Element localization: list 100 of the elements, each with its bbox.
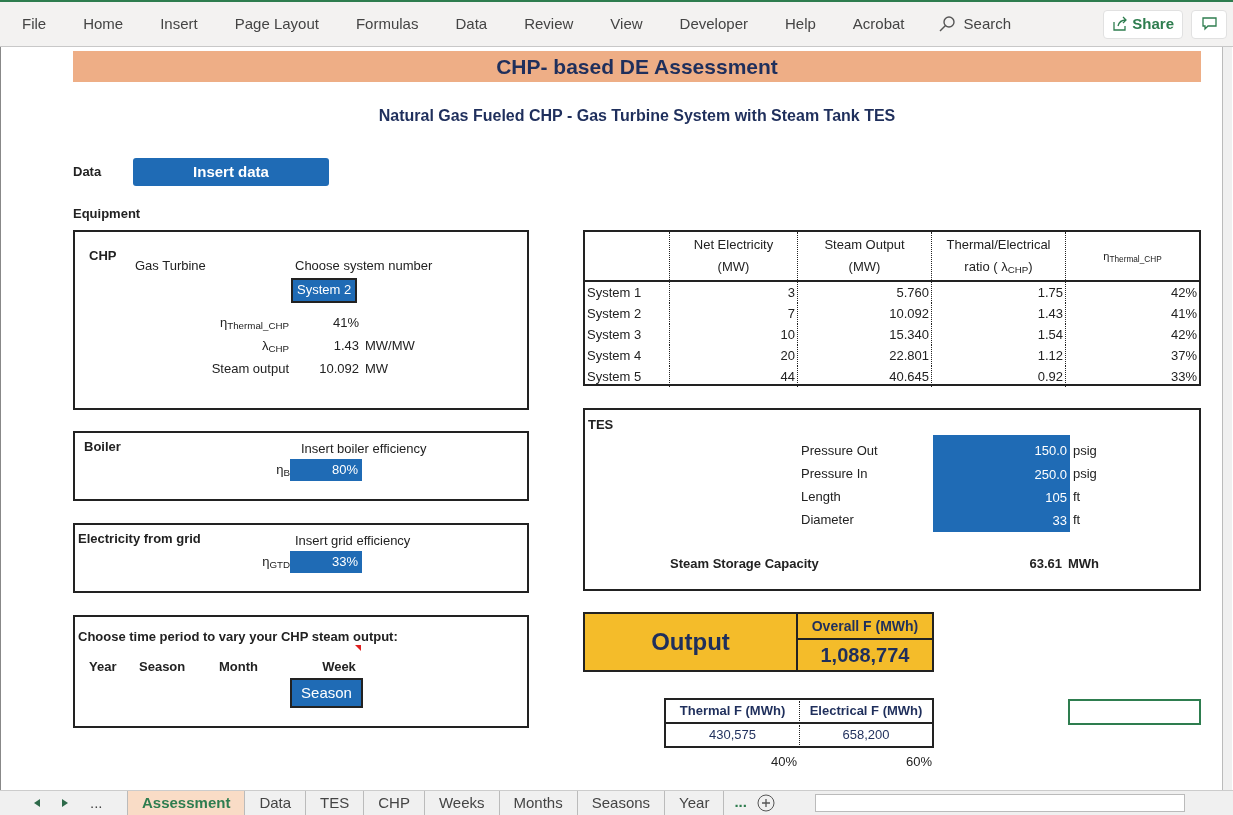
- sheet-tab[interactable]: Year: [665, 791, 725, 815]
- insert-data-button[interactable]: Insert data: [133, 158, 329, 186]
- more-tabs[interactable]: ...: [90, 791, 103, 815]
- table-cell: 15.340: [797, 324, 931, 345]
- efficiency-prompt: Insert grid efficiency: [295, 532, 411, 550]
- scroll-right-icon: [62, 799, 68, 807]
- add-sheet-icon: [756, 794, 775, 812]
- sheet-subtitle: Natural Gas Fueled CHP - Gas Turbine System with Steam Tank TES: [378, 106, 896, 126]
- tes-input-value[interactable]: 250.0: [933, 462, 1070, 486]
- table-cell-text: System 5: [586, 367, 643, 386]
- table-cell: 44: [669, 366, 797, 387]
- tes-input-value[interactable]: 150.0: [933, 434, 1070, 463]
- ribbon-tab[interactable]: File: [22, 12, 47, 36]
- period-option: Month: [219, 656, 309, 676]
- tes-input-unit: psig: [1073, 442, 1097, 461]
- table-cell-text: System 2: [586, 304, 643, 323]
- chp-label: CHP: [89, 247, 118, 265]
- tes-input-label: Length: [801, 488, 842, 507]
- efficiency-input[interactable]: 33%: [290, 550, 362, 573]
- sheet-tab[interactable]: TES: [306, 791, 365, 815]
- table-cell-text: System 1: [586, 283, 643, 302]
- table-cell: 1.12: [931, 345, 1065, 366]
- tes-input-value[interactable]: 105: [933, 485, 1070, 509]
- tes-input-value[interactable]: 33: [933, 508, 1070, 532]
- table-cell: 42%: [1065, 282, 1199, 303]
- vertical-scrollbar[interactable]: [1222, 47, 1232, 790]
- tes-input-unit: ft: [1073, 488, 1081, 507]
- table-cell: 658,200: [799, 725, 932, 745]
- column-header: Steam Output (MW): [823, 236, 906, 276]
- parameter-unit: MW: [365, 359, 389, 378]
- table-cell: 1.75: [931, 282, 1065, 303]
- table-cell: 20: [669, 345, 797, 366]
- sheet-tab[interactable]: Months: [499, 791, 578, 815]
- more-tabs[interactable]: ...: [724, 791, 757, 815]
- period-prompt: Choose time period to vary your CHP steam output:: [78, 629, 398, 644]
- parameter-unit: MW/MW: [365, 336, 415, 355]
- ribbon-tab[interactable]: Home: [83, 12, 124, 36]
- sheet-tab[interactable]: Seasons: [577, 791, 666, 815]
- ribbon-tab[interactable]: Developer: [679, 12, 748, 36]
- ribbon-tab[interactable]: Help: [784, 12, 816, 36]
- ribbon-tab[interactable]: View: [610, 12, 643, 36]
- share-icon: [1112, 16, 1129, 32]
- selected-cell[interactable]: [1068, 699, 1201, 725]
- table-cell: 10.092: [797, 303, 931, 324]
- efficiency-symbol: η$_{GTD}$: [262, 553, 290, 569]
- table-cell: 22.801: [797, 345, 931, 366]
- ribbon-tab[interactable]: Insert: [160, 12, 198, 36]
- efficiency-prompt: Insert boiler efficiency: [301, 440, 427, 458]
- parameter-label: λ$_{CHP}$: [261, 337, 289, 353]
- sheet-tab[interactable]: Weeks: [424, 791, 500, 815]
- tes-input-label: Diameter: [801, 511, 855, 530]
- search-button[interactable]: Search: [937, 12, 1012, 36]
- panel-label: Electricity from grid: [78, 530, 202, 548]
- panel-label: Boiler: [84, 438, 122, 456]
- share-percent: 60%: [904, 753, 933, 771]
- chp-type: Gas Turbine: [135, 257, 207, 275]
- equipment-label: Equipment: [73, 205, 142, 222]
- parameter-value: 41%: [331, 313, 359, 332]
- ribbon-tab[interactable]: Review: [524, 12, 574, 36]
- table-cell-text: System 3: [586, 325, 643, 344]
- column-header: Thermal/Electrical ratio ( λ$_{CHP}$): [945, 236, 1052, 278]
- table-cell: 33%: [1065, 366, 1199, 387]
- capacity-unit: MWh: [1068, 554, 1100, 573]
- tes-label: TES: [588, 417, 614, 432]
- parameter-label: Steam output: [211, 360, 289, 376]
- efficiency-input[interactable]: 80%: [290, 458, 362, 481]
- system-dropdown[interactable]: System 2: [291, 277, 358, 303]
- table-cell: 41%: [1065, 303, 1199, 324]
- comments-button[interactable]: [1191, 9, 1227, 39]
- ribbon-tab[interactable]: Data: [455, 12, 488, 36]
- capacity-value: 63.61: [1028, 554, 1062, 573]
- sheet-tab[interactable]: Data: [245, 791, 307, 815]
- sheet-title: CHP- based DE Assessment: [496, 53, 778, 80]
- table-cell-text: System 4: [586, 346, 643, 365]
- efficiency-symbol: η$_{B}$: [276, 461, 290, 477]
- tes-input-label: Pressure In: [801, 465, 869, 484]
- share-button[interactable]: Share: [1103, 9, 1183, 39]
- ribbon-tab[interactable]: Page Layout: [234, 12, 319, 36]
- period-dropdown[interactable]: Season: [290, 678, 363, 708]
- column-header: Electrical F (MWh): [799, 701, 932, 721]
- table-cell: 10: [669, 324, 797, 345]
- horizontal-scrollbar[interactable]: [814, 794, 1185, 812]
- parameter-value: 10.092: [318, 359, 359, 378]
- ribbon-tab[interactable]: Formulas: [355, 12, 419, 36]
- comment-icon: [1201, 17, 1217, 31]
- sheet-tab[interactable]: Assessment: [127, 791, 246, 815]
- column-header: Thermal F (MWh): [678, 702, 787, 721]
- parameter-value: 1.43: [332, 336, 359, 355]
- ribbon-tab[interactable]: Acrobat: [852, 12, 905, 36]
- table-cell: 1.54: [931, 324, 1065, 345]
- sheet-tab[interactable]: CHP: [364, 791, 425, 815]
- search-icon: [937, 15, 956, 33]
- column-header: η$_{Thermal_CHP}$: [1103, 249, 1162, 267]
- table-cell: 0.92: [931, 366, 1065, 387]
- table-cell: 3: [669, 282, 797, 303]
- capacity-label: Steam Storage Capacity: [670, 554, 820, 573]
- table-cell: 5.760: [797, 282, 931, 303]
- tes-input-unit: psig: [1073, 465, 1097, 484]
- share-percent: 40%: [769, 753, 798, 771]
- system-prompt: Choose system number: [295, 257, 433, 275]
